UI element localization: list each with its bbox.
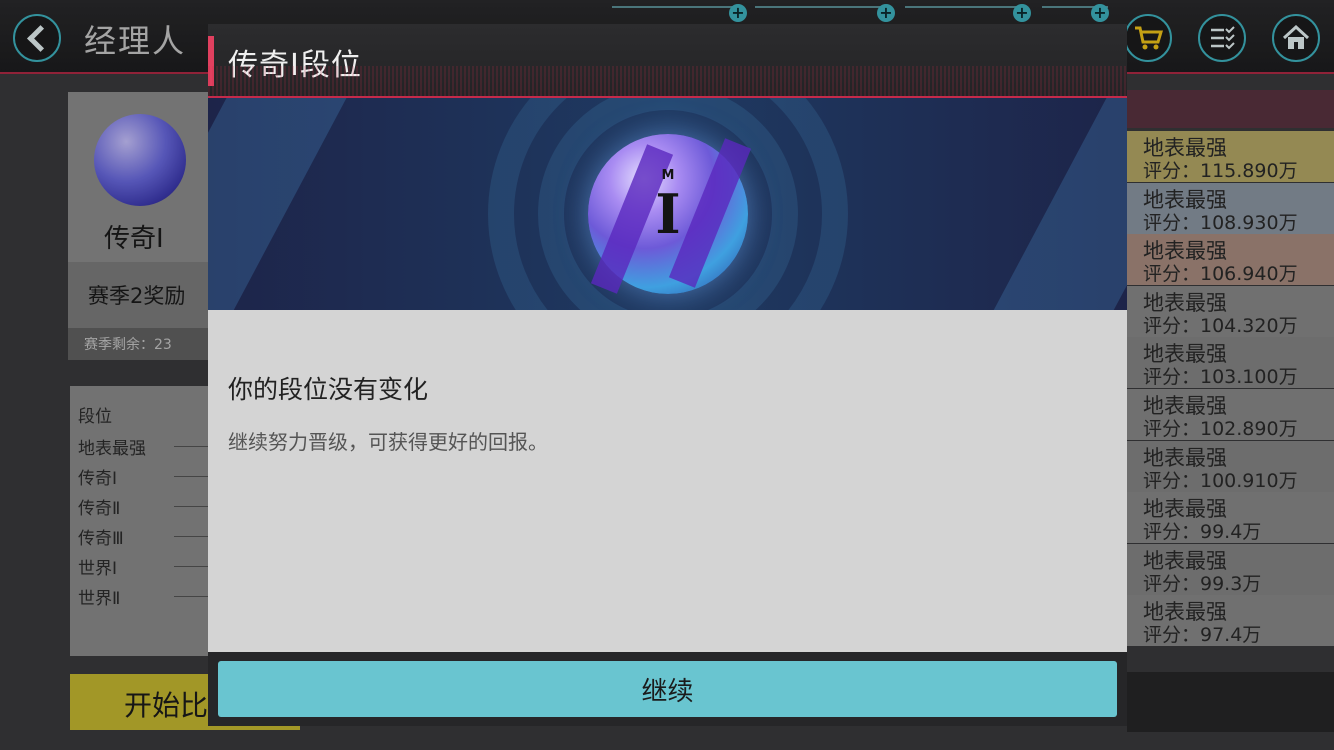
rank-ball-icon: M I — [588, 134, 752, 294]
banner-stripe — [208, 98, 358, 310]
dialog-body: 你的段位没有变化 继续努力晋级，可获得更好的回报。 — [208, 310, 1127, 652]
badge-letter: I — [655, 182, 681, 246]
dialog-title: 传奇Ⅰ段位 — [228, 48, 362, 83]
badge-mark: M — [661, 168, 675, 183]
dialog-header: 传奇Ⅰ段位 — [208, 24, 1127, 98]
header-accent — [208, 36, 214, 86]
rank-result-dialog: 传奇Ⅰ段位 M I 你的段位没有变化 继续努力晋级，可获得更好的回报。 继续 — [208, 24, 1127, 726]
message-body: 继续努力晋级，可获得更好的回报。 — [228, 430, 548, 454]
message-title: 你的段位没有变化 — [228, 375, 429, 404]
continue-label: 继续 — [641, 676, 694, 707]
banner-stripe — [978, 98, 1127, 310]
rank-banner: M I — [208, 98, 1127, 310]
continue-button[interactable]: 继续 — [218, 661, 1117, 717]
